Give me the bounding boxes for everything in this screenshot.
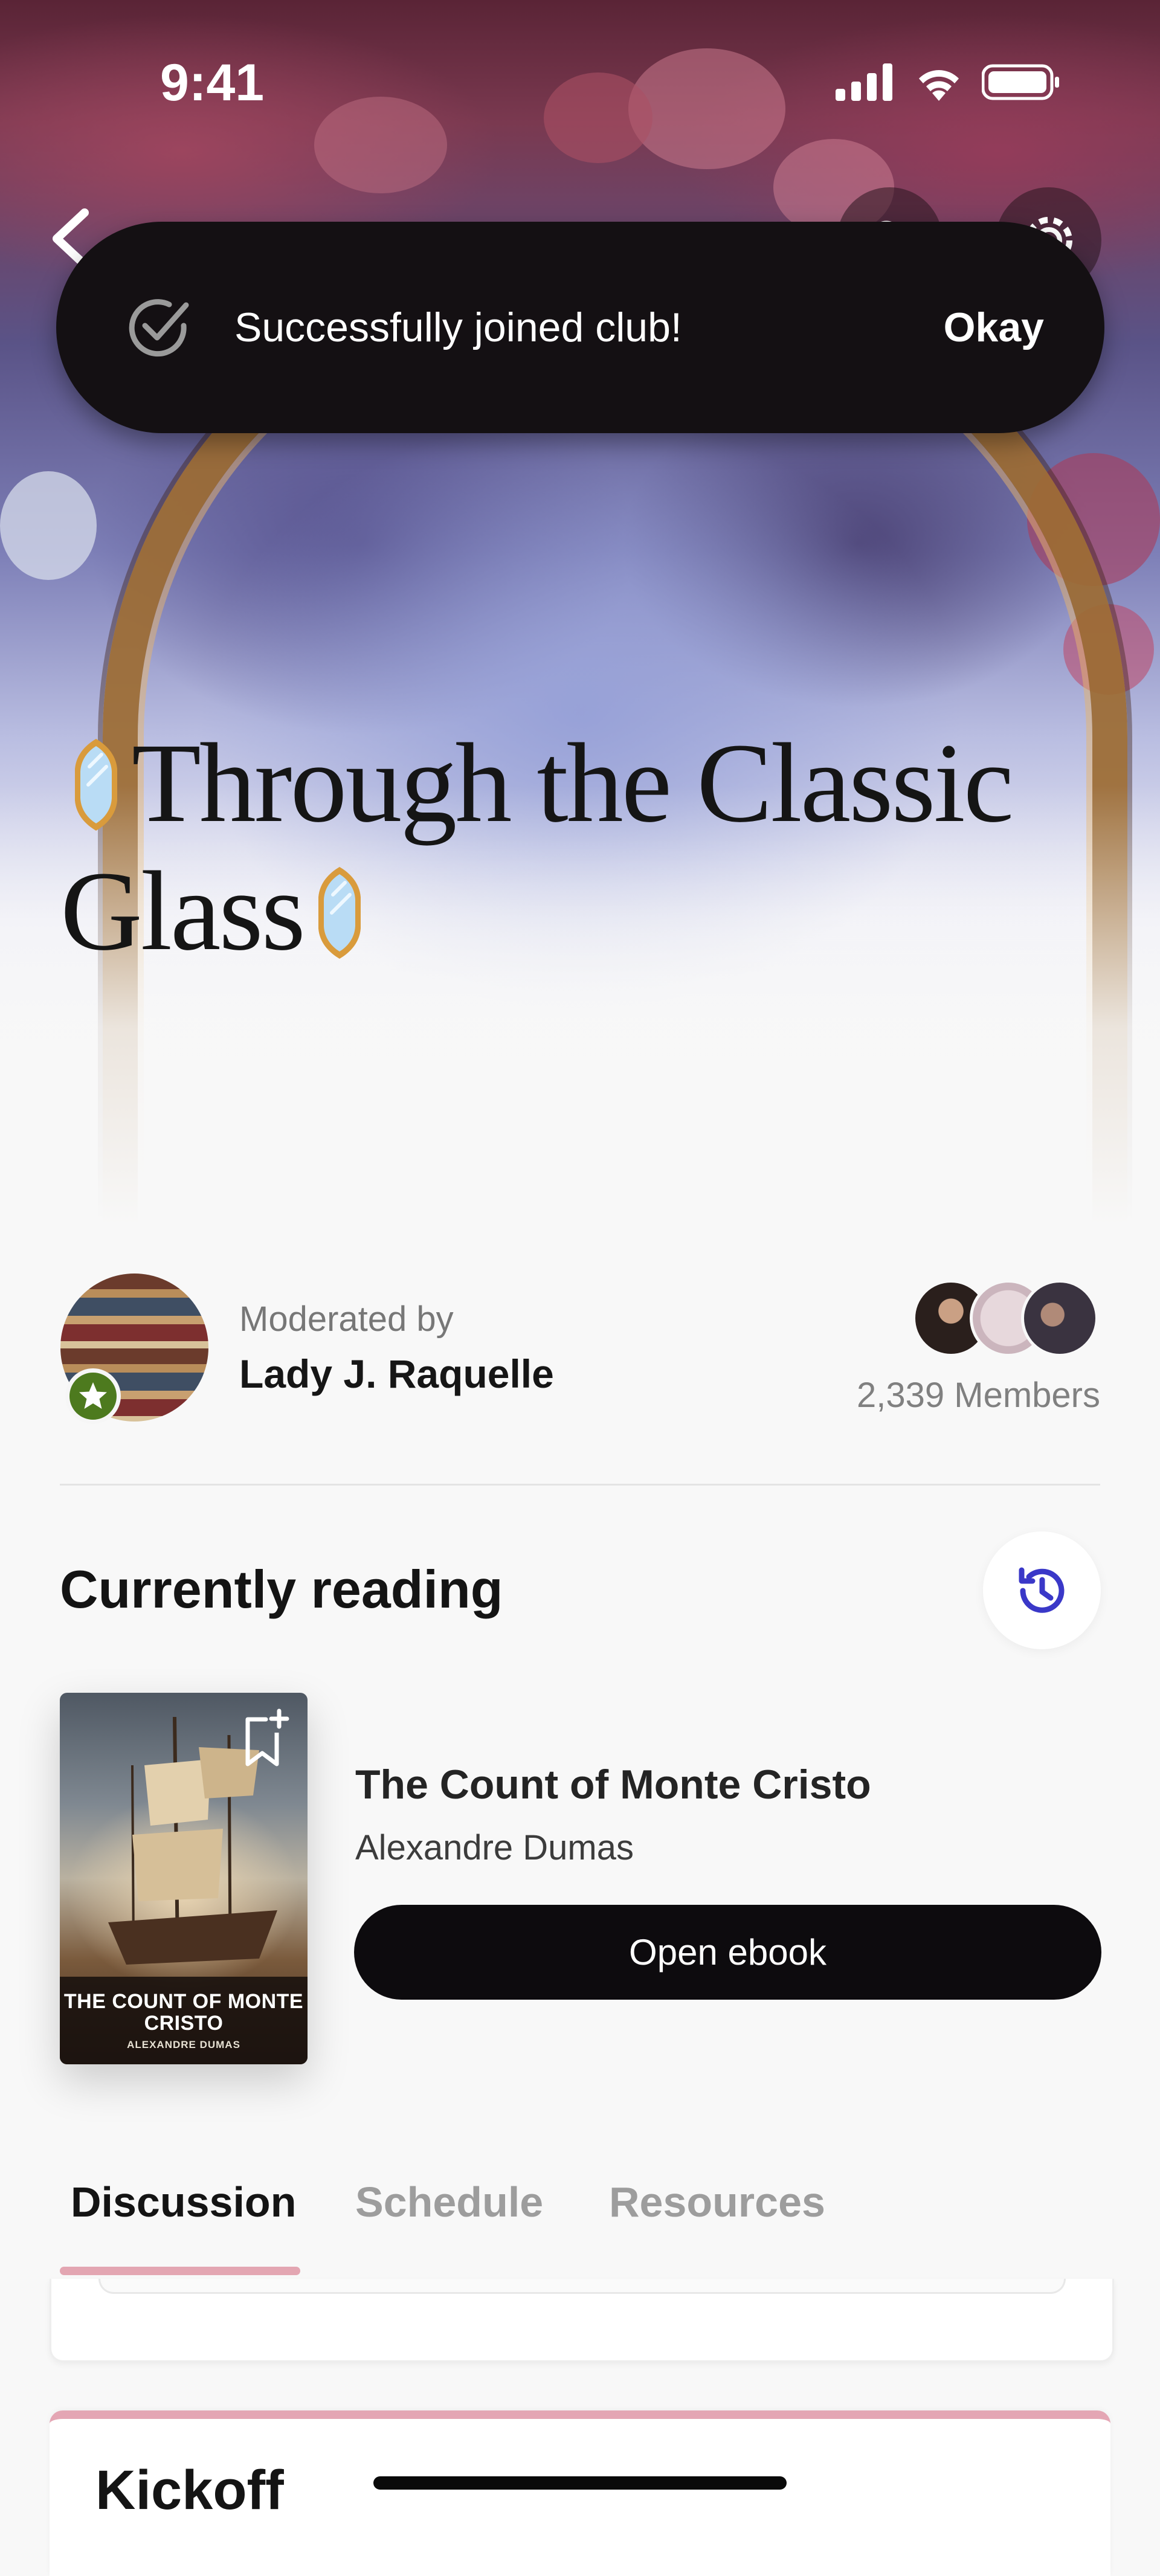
mirror-icon bbox=[318, 867, 361, 959]
mirror-icon bbox=[75, 739, 117, 831]
kickoff-title: Kickoff bbox=[95, 2459, 284, 2521]
moderator-name[interactable]: Lady J. Raquelle bbox=[239, 1351, 554, 1397]
toast-okay-button[interactable]: Okay bbox=[944, 304, 1044, 351]
home-indicator[interactable] bbox=[373, 2476, 787, 2490]
cover-author: ALEXANDRE DUMAS bbox=[127, 2038, 240, 2050]
open-ebook-button[interactable]: Open ebook bbox=[354, 1905, 1101, 2000]
member-avatar bbox=[1021, 1280, 1098, 1357]
moderated-by-label: Moderated by bbox=[239, 1299, 454, 1339]
tab-schedule[interactable]: Schedule bbox=[355, 2178, 543, 2226]
status-icons bbox=[836, 63, 1060, 101]
book-author: Alexandre Dumas bbox=[355, 1828, 634, 1867]
toast-message: Successfully joined club! bbox=[234, 304, 682, 350]
tab-resources[interactable]: Resources bbox=[609, 2178, 825, 2226]
active-tab-indicator bbox=[60, 2267, 300, 2275]
tab-discussion[interactable]: Discussion bbox=[71, 2178, 296, 2226]
wifi-icon bbox=[919, 70, 959, 101]
book-title[interactable]: The Count of Monte Cristo bbox=[355, 1761, 871, 1808]
club-title-text: Through the Classic Glass bbox=[60, 720, 1014, 974]
moderator-badge bbox=[65, 1368, 121, 1424]
club-hero-banner bbox=[0, 0, 1160, 1226]
status-time: 9:41 bbox=[160, 54, 265, 112]
add-bookmark-button[interactable] bbox=[242, 1708, 290, 1769]
history-icon bbox=[1019, 1567, 1064, 1613]
check-circle-icon bbox=[129, 299, 189, 357]
members-count[interactable]: 2,339 Members bbox=[857, 1375, 1100, 1415]
cellular-signal-icon bbox=[836, 63, 892, 101]
star-icon bbox=[79, 1382, 107, 1409]
cover-title: THE COUNT OF MONTE CRISTO bbox=[63, 1989, 304, 2035]
currently-reading-heading: Currently reading bbox=[60, 1559, 503, 1619]
club-title: Through the Classic Glass bbox=[60, 719, 1039, 975]
divider bbox=[60, 1484, 1100, 1486]
bookmark-add-icon bbox=[245, 1708, 289, 1766]
reading-history-button[interactable] bbox=[983, 1531, 1101, 1649]
cover-title-band: THE COUNT OF MONTE CRISTO ALEXANDRE DUMA… bbox=[60, 1977, 308, 2064]
battery-icon bbox=[982, 64, 1059, 100]
success-toast: Successfully joined club! Okay bbox=[56, 222, 1104, 433]
discussion-card-input[interactable] bbox=[98, 2279, 1066, 2294]
